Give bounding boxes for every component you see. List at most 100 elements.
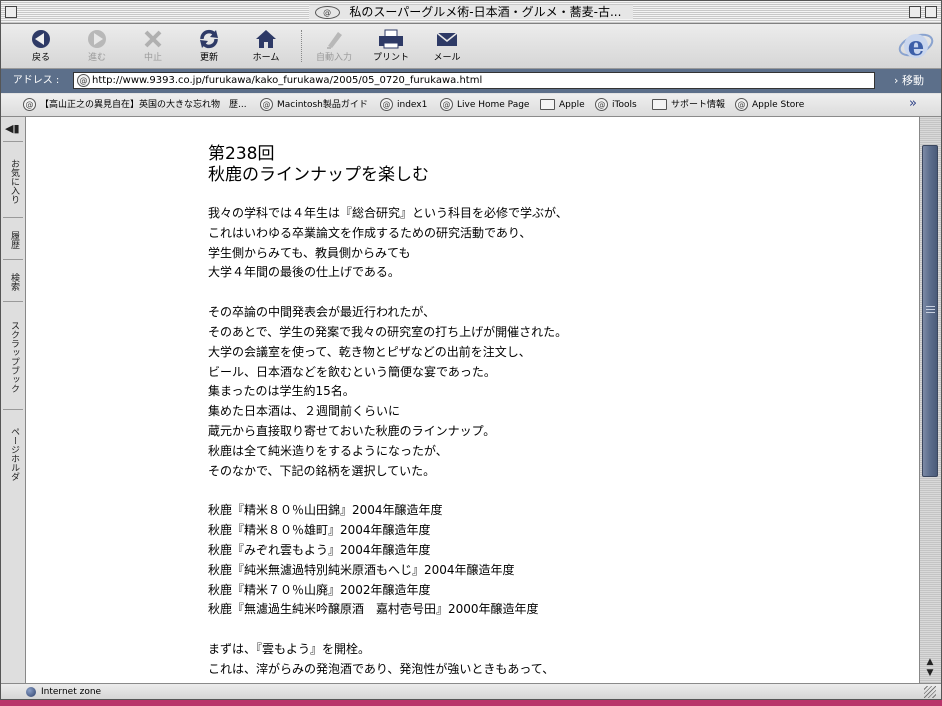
text-line: 集まったのは学生約15名。 xyxy=(208,384,355,399)
paragraph: まずは、『雲もよう』を開栓。 これは、滓がらみの発泡酒であり、発泡性が強いときも… xyxy=(208,640,768,680)
sake-list-item: 秋鹿『みぞれ雲もよう』2004年醸造年度 xyxy=(208,542,431,557)
go-button-label: 移動 xyxy=(901,74,924,87)
internet-zone-globe-icon xyxy=(26,687,36,697)
favorite-label: index1 xyxy=(397,100,428,110)
tab-scrapbook[interactable]: スクラップブック xyxy=(3,301,23,412)
text-line: 大学４年間の最後の仕上げである。 xyxy=(208,265,400,280)
print-icon xyxy=(379,29,403,49)
folder-icon xyxy=(652,99,667,110)
toolbar-separator xyxy=(301,30,303,62)
text-line: そのあとで、学生の発案で我々の研究室の打ち上げが開催された。 xyxy=(208,324,568,339)
home-icon xyxy=(256,30,276,48)
go-arrow-icon: › xyxy=(894,74,899,87)
tab-history[interactable]: 履歴 xyxy=(3,217,23,262)
text-line: ビール、日本酒などを飲むという簡便な宴であった。 xyxy=(208,364,496,379)
mail-icon xyxy=(436,32,458,46)
refresh-button-label: 更新 xyxy=(199,53,218,63)
mail-button-label: メール xyxy=(433,53,461,63)
stop-icon xyxy=(144,30,162,48)
tab-search[interactable]: 検索 xyxy=(3,259,23,304)
tab-page-holder[interactable]: ページホルダ xyxy=(3,409,23,498)
paragraph: 我々の学科では４年生は『総合研究』という科目を必修で学ぶが、 これはいわゆる卒業… xyxy=(208,204,768,283)
mail-button[interactable]: メール xyxy=(419,26,475,66)
back-arrow-icon xyxy=(32,30,50,48)
favorite-item[interactable]: @ Live Home Page xyxy=(440,98,529,112)
print-button[interactable]: プリント xyxy=(363,26,419,66)
favorite-item[interactable]: Apple xyxy=(540,98,585,112)
url-at-icon: @ xyxy=(77,74,90,87)
at-icon: @ xyxy=(260,98,273,111)
page-content[interactable]: 第238回 秋鹿のラインナップを楽しむ 我々の学科では４年生は『総合研究』という… xyxy=(26,117,919,683)
favorite-label: Macintosh製品ガイド xyxy=(277,100,368,110)
back-button-label: 戻る xyxy=(31,53,50,63)
address-field[interactable]: @ http://www.9393.co.jp/furukawa/kako_fu… xyxy=(73,72,875,89)
refresh-button[interactable]: 更新 xyxy=(181,26,237,66)
sake-list-item: 秋鹿『精米８０％山田錦』2004年醸造年度 xyxy=(208,503,443,518)
article-title: 秋鹿のラインナップを楽しむ xyxy=(208,165,429,185)
toolbar: 戻る 進む 中止 更新 ホーム 自動入力 プリント メール e xyxy=(1,24,941,69)
favorite-label: Apple Store xyxy=(752,100,805,110)
security-zone-text: Internet zone xyxy=(41,687,102,697)
text-line: 集めた日本酒は、２週間前くらいに xyxy=(208,404,401,419)
folder-icon xyxy=(540,99,555,110)
go-button[interactable]: › 移動 xyxy=(879,73,939,89)
scroll-thumb[interactable] xyxy=(922,145,938,477)
window-title: 私のスーパーグルメ術-日本酒・グルメ・蕎麦-古... xyxy=(343,5,628,19)
episode-number: 第238回 xyxy=(208,144,275,164)
favorite-label: サポート情報 xyxy=(671,100,726,110)
favorite-item[interactable]: @ Apple Store xyxy=(735,98,804,112)
article-heading: 第238回 秋鹿のラインナップを楽しむ xyxy=(208,144,768,186)
at-icon: @ xyxy=(735,98,748,111)
text-line: まずは、『雲もよう』を開栓。 xyxy=(208,642,371,657)
article: 第238回 秋鹿のラインナップを楽しむ 我々の学科では４年生は『総合研究』という… xyxy=(208,144,768,680)
collapse-box[interactable] xyxy=(925,6,937,18)
text-line: これはいわゆる卒業論文を作成するための研究活動であり、 xyxy=(208,225,532,240)
favorite-label: Live Home Page xyxy=(457,100,530,110)
vertical-scrollbar[interactable]: ▲ ▼ xyxy=(919,117,941,683)
zoom-box[interactable] xyxy=(909,6,921,18)
favorite-item[interactable]: サポート情報 xyxy=(652,98,725,112)
resize-grip-icon[interactable] xyxy=(924,686,936,698)
scroll-up-arrow-icon[interactable]: ▲ xyxy=(922,657,938,668)
favorite-item[interactable]: @ iTools xyxy=(595,98,637,112)
home-button-label: ホーム xyxy=(252,53,280,63)
at-icon: @ xyxy=(380,98,393,111)
favorite-item[interactable]: @ 【高山正之の異見自在】英国の大きな忘れ物 歴... xyxy=(23,98,247,112)
scroll-arrows[interactable]: ▲ ▼ xyxy=(922,657,938,679)
favorite-label: 【高山正之の異見自在】英国の大きな忘れ物 歴... xyxy=(40,100,247,110)
svg-text:e: e xyxy=(908,32,925,62)
text-line: その卒論の中間発表会が最近行われたが、 xyxy=(208,305,436,320)
sake-list-item: 秋鹿『純米無濾過特別純米原酒もへじ』2004年醸造年度 xyxy=(208,562,515,577)
autofill-button[interactable]: 自動入力 xyxy=(306,26,362,66)
stop-button[interactable]: 中止 xyxy=(125,26,181,66)
address-bar: アドレス : @ http://www.9393.co.jp/furukawa/… xyxy=(1,69,941,93)
scroll-down-arrow-icon[interactable]: ▼ xyxy=(922,668,938,679)
title-bar[interactable]: @ 私のスーパーグルメ術-日本酒・グルメ・蕎麦-古... xyxy=(1,1,941,24)
page-at-icon: @ xyxy=(314,6,340,19)
text-line: これは、滓がらみの発泡酒であり、発泡性が強いときもあって、 xyxy=(208,661,555,676)
more-favorites-chevron-icon[interactable]: » xyxy=(909,97,917,111)
autofill-icon xyxy=(327,32,342,49)
favorites-bar: @ 【高山正之の異見自在】英国の大きな忘れ物 歴... @ Macintosh製品ガ… xyxy=(1,94,941,117)
address-url: http://www.9393.co.jp/furukawa/kako_furu… xyxy=(92,75,483,86)
tab-favorites[interactable]: お気に入り xyxy=(3,141,23,220)
at-icon: @ xyxy=(23,98,36,111)
home-button[interactable]: ホーム xyxy=(238,26,294,66)
favorite-item[interactable]: @ Macintosh製品ガイド xyxy=(260,98,368,112)
forward-button[interactable]: 進む xyxy=(69,26,125,66)
favorite-label: Apple xyxy=(559,100,585,110)
autofill-button-label: 自動入力 xyxy=(315,53,352,63)
explorer-bar-toggle-icon[interactable]: ◀▮ xyxy=(5,123,20,135)
forward-button-label: 進む xyxy=(87,53,106,63)
forward-arrow-icon xyxy=(88,30,106,48)
stop-button-label: 中止 xyxy=(143,53,162,63)
at-icon: @ xyxy=(440,98,453,111)
text-line: 秋鹿は全て純米造りをするようになったが、 xyxy=(208,443,448,458)
refresh-icon xyxy=(200,29,218,49)
favorite-item[interactable]: @ index1 xyxy=(380,98,427,112)
sake-list-item: 秋鹿『精米７０％山廃』2002年醸造年度 xyxy=(208,582,431,597)
paragraph: その卒論の中間発表会が最近行われたが、 そのあとで、学生の発案で我々の研究室の打… xyxy=(208,303,768,481)
internet-explorer-logo-icon: e xyxy=(898,32,934,62)
back-button[interactable]: 戻る xyxy=(13,26,69,66)
text-line: 学生側からみても、教員側からみても xyxy=(208,245,411,260)
